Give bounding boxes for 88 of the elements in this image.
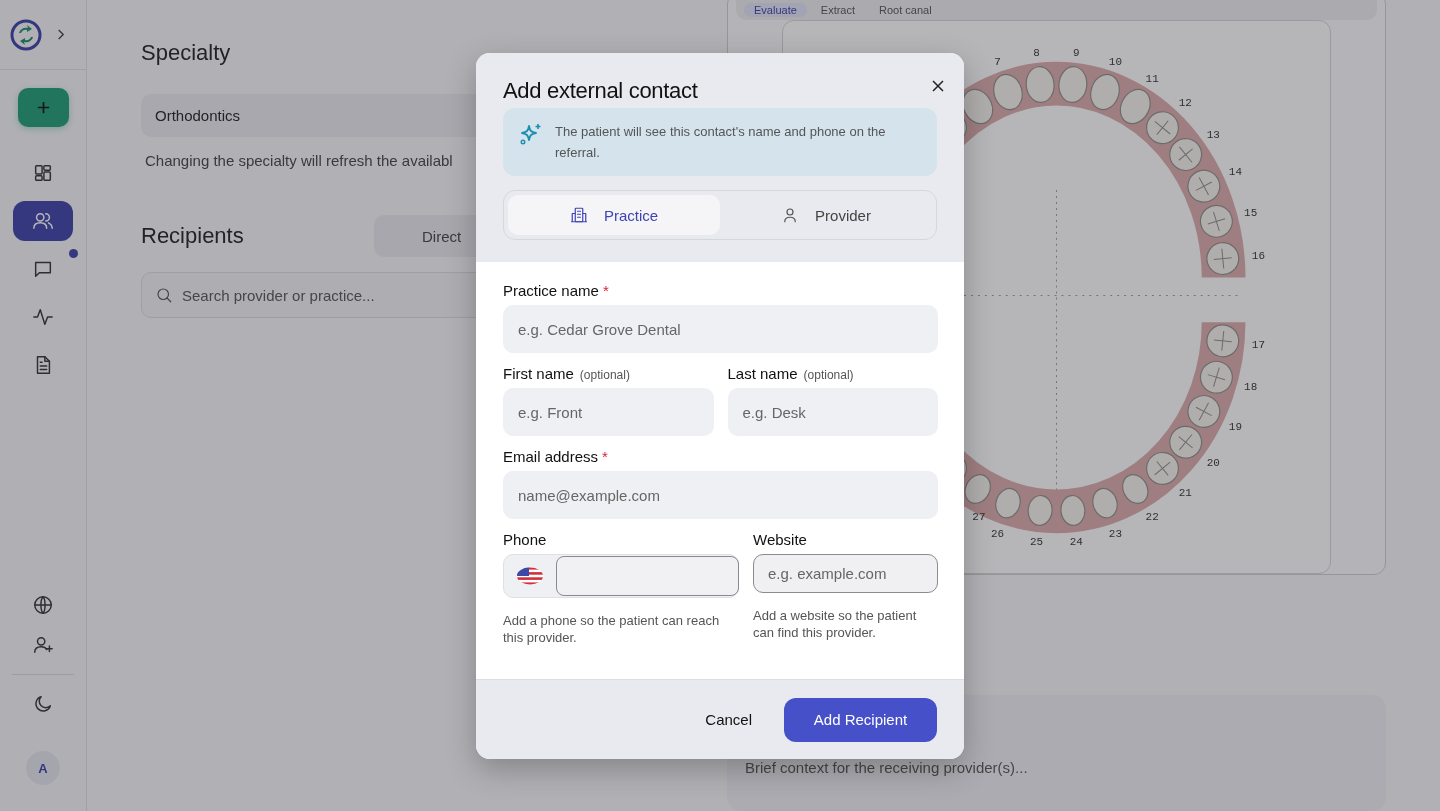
help-text: Changing the specialty will refresh the availabl bbox=[145, 152, 453, 169]
text-input[interactable]: e.g. Front bbox=[503, 388, 714, 436]
type-tab[interactable]: Provider bbox=[720, 195, 932, 235]
tooth-number: 20 bbox=[1206, 456, 1220, 469]
tooth-number: 8 bbox=[1033, 46, 1040, 59]
tooth-number: 10 bbox=[1108, 55, 1122, 68]
tooth-number: 27 bbox=[972, 511, 986, 524]
field-label: Phone bbox=[503, 531, 547, 548]
users-icon bbox=[32, 210, 54, 232]
tooth-number: 9 bbox=[1073, 46, 1080, 59]
tooth-number: 23 bbox=[1108, 527, 1122, 540]
phone-input[interactable] bbox=[556, 556, 739, 596]
plus-icon bbox=[35, 100, 51, 115]
tooth-number: 17 bbox=[1251, 338, 1265, 351]
tooth-number: 21 bbox=[1178, 487, 1192, 500]
type-tab[interactable]: Practice bbox=[508, 195, 720, 235]
required-mark: * bbox=[602, 282, 609, 299]
tooth[interactable] bbox=[993, 73, 1023, 111]
tooth-number: 24 bbox=[1069, 536, 1083, 549]
tooth-number: 15 bbox=[1244, 206, 1258, 219]
add-user-icon[interactable] bbox=[32, 634, 54, 656]
tooth[interactable] bbox=[1199, 204, 1233, 238]
tooth[interactable] bbox=[1058, 66, 1088, 104]
tooth-number: 7 bbox=[994, 55, 1001, 68]
tooth[interactable] bbox=[1199, 360, 1233, 394]
tooth[interactable] bbox=[995, 487, 1021, 519]
text-input[interactable]: e.g. Cedar Grove Dental bbox=[503, 305, 938, 353]
close-icon bbox=[931, 79, 945, 93]
required-mark: * bbox=[602, 448, 608, 465]
text-input[interactable]: e.g. example.com bbox=[753, 554, 938, 593]
treatment-tab[interactable]: Root canal bbox=[869, 3, 942, 17]
new-button[interactable] bbox=[17, 88, 69, 127]
tooth-number: 25 bbox=[1030, 536, 1044, 549]
tooth[interactable] bbox=[1187, 394, 1221, 428]
moon-icon[interactable] bbox=[32, 693, 54, 715]
tooth-number: 12 bbox=[1178, 97, 1192, 110]
tooth-number: 14 bbox=[1228, 165, 1242, 178]
globe-icon[interactable] bbox=[32, 594, 54, 616]
avatar[interactable]: A bbox=[26, 751, 60, 785]
logo-icon[interactable] bbox=[10, 18, 42, 51]
tooth-number: 26 bbox=[991, 527, 1005, 540]
tooth[interactable] bbox=[1060, 494, 1086, 526]
tooth[interactable] bbox=[1169, 425, 1203, 459]
section-title: Specialty bbox=[141, 40, 232, 66]
tooth-number: 22 bbox=[1145, 511, 1159, 524]
search-icon bbox=[155, 286, 173, 304]
tooth[interactable] bbox=[964, 474, 991, 504]
dashboard-icon bbox=[32, 162, 54, 184]
tooth[interactable] bbox=[1187, 169, 1221, 203]
chevron-right-icon[interactable] bbox=[56, 28, 65, 41]
field-label: Practice name bbox=[503, 282, 599, 299]
tooth-number: 18 bbox=[1244, 381, 1258, 394]
flag-icon[interactable] bbox=[517, 567, 543, 585]
text-input[interactable]: e.g. Desk bbox=[727, 388, 938, 436]
treatment-tab[interactable]: Extract bbox=[810, 3, 866, 17]
building-icon bbox=[569, 206, 588, 224]
tooth-number: 13 bbox=[1206, 128, 1220, 141]
tooth[interactable] bbox=[1025, 66, 1055, 104]
text-input[interactable]: name@example.com bbox=[503, 471, 938, 519]
tooth[interactable] bbox=[1146, 111, 1179, 145]
tooth[interactable] bbox=[1092, 487, 1118, 519]
tooth-number: 16 bbox=[1251, 250, 1265, 263]
field-label: First name bbox=[503, 365, 574, 382]
help-text: Add a phone so the patient can reach this provider. bbox=[503, 612, 721, 646]
nav-item[interactable] bbox=[13, 201, 73, 241]
tooth[interactable] bbox=[1119, 88, 1151, 125]
optional-hint: (optional) bbox=[803, 368, 854, 382]
help-text: Add a website so the patient can find this provider. bbox=[753, 607, 918, 641]
treatment-tab[interactable]: Evaluate bbox=[744, 3, 807, 17]
submit-button[interactable]: Add Recipient bbox=[784, 697, 937, 742]
field-label: Website bbox=[753, 531, 807, 548]
activity-icon bbox=[32, 306, 54, 328]
tooth[interactable] bbox=[1090, 73, 1120, 111]
tooth[interactable] bbox=[1206, 324, 1240, 358]
tooth[interactable] bbox=[1122, 474, 1149, 504]
tooth[interactable] bbox=[1169, 138, 1203, 172]
tooth[interactable] bbox=[1027, 494, 1053, 526]
section-title: Recipients bbox=[141, 223, 245, 249]
field-label: Email address bbox=[503, 448, 599, 465]
tooth-number: 19 bbox=[1228, 420, 1242, 433]
tooth[interactable] bbox=[1146, 451, 1179, 485]
tooth-number: 11 bbox=[1145, 72, 1159, 85]
phone-field[interactable] bbox=[503, 554, 739, 598]
sparkle-icon bbox=[519, 122, 543, 146]
tooth[interactable] bbox=[1206, 242, 1240, 276]
field-label: Last name bbox=[727, 365, 798, 382]
tooth[interactable] bbox=[962, 88, 994, 125]
optional-hint: (optional) bbox=[579, 368, 630, 382]
